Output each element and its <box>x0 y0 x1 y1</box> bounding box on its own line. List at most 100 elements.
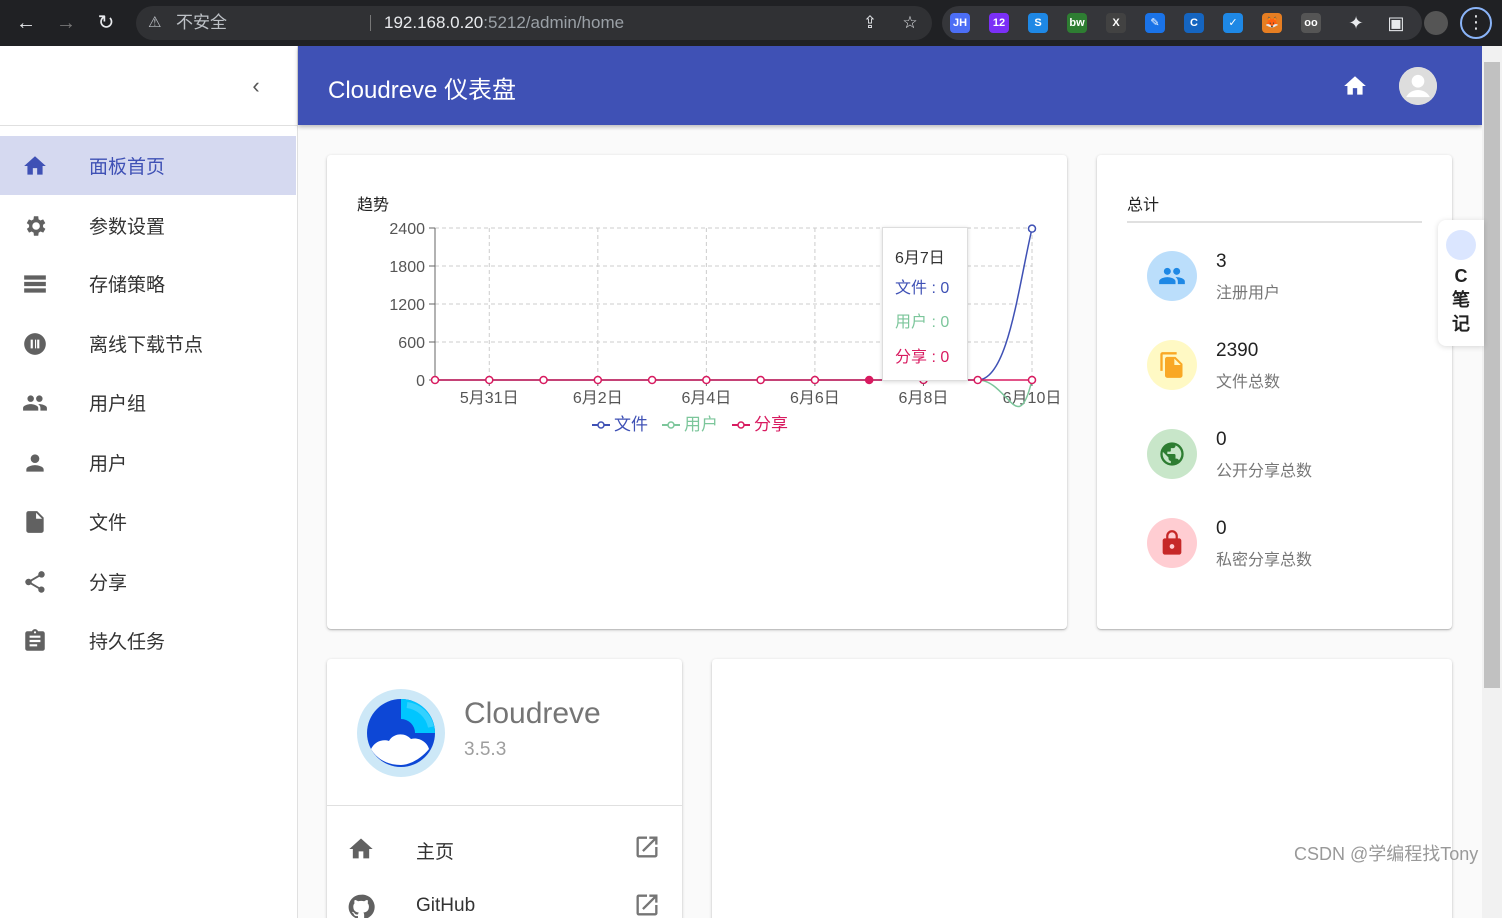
scrollbar-thumb[interactable] <box>1484 62 1500 688</box>
chevron-left-icon[interactable]: ‹ <box>242 72 270 100</box>
stat-value: 3 <box>1216 251 1227 272</box>
sidebar-item-1[interactable]: 面板首页 <box>0 136 296 195</box>
bw-extension-icon[interactable]: bw <box>1067 13 1087 33</box>
open-external-button[interactable] <box>633 833 661 861</box>
x-tick-label: 6月10日 <box>1003 390 1062 407</box>
sidebar-item-5[interactable]: 用户组 <box>0 373 296 432</box>
graduation-cap-extension-icon[interactable]: 12 <box>989 13 1009 33</box>
check-extension-icon[interactable]: ✓ <box>1223 13 1243 33</box>
tooltip-user: 用户 : 0 <box>895 314 950 331</box>
totals-divider <box>1127 221 1422 223</box>
about-link-label: 主页 <box>416 842 455 863</box>
s-extension-icon[interactable]: S <box>1028 13 1048 33</box>
about-link-2[interactable]: GitHub <box>327 877 681 918</box>
extensions-puzzle-icon[interactable]: ✦ <box>1344 11 1368 35</box>
sidebar-header: ‹ <box>0 46 297 126</box>
back-icon[interactable]: ← <box>14 11 38 35</box>
storage-icon-wrap <box>22 271 48 297</box>
page-scrollbar[interactable] <box>1482 46 1502 918</box>
browser-menu-icon[interactable]: ⋮ <box>1460 7 1492 39</box>
open-external-icon <box>636 894 658 916</box>
x-tick-label: 5月31日 <box>460 390 519 407</box>
users-icon <box>1159 267 1185 285</box>
security-label: 不安全 <box>176 13 227 32</box>
page-viewport: ‹ 面板首页 参数设置 存储策略离线下载节点 用户组用户文件分享持久任务 Cloudr… <box>0 46 1502 918</box>
sidebar-item-label: 离线下载节点 <box>89 335 204 356</box>
sidebar-item-7[interactable]: 文件 <box>0 492 296 551</box>
file-icon-wrap <box>22 509 48 535</box>
about-link-1[interactable]: 主页 <box>327 819 681 877</box>
group-icon-wrap <box>22 390 48 416</box>
gear-icon-wrap <box>22 213 48 239</box>
download-node-icon <box>24 333 46 355</box>
home-icon <box>349 838 373 859</box>
about-link-label: GitHub <box>416 895 476 916</box>
sidebar-item-label: 用户 <box>89 454 128 475</box>
sidebar-item-6[interactable]: 用户 <box>0 433 296 492</box>
data-point <box>810 375 820 385</box>
sidebar-item-4[interactable]: 离线下载节点 <box>0 314 296 373</box>
fox-extension-icon[interactable]: 🦊 <box>1262 13 1282 33</box>
y-tick-label: 1800 <box>389 259 425 276</box>
side-panel-icon[interactable]: ▣ <box>1384 11 1408 35</box>
url-host: 192.168.0.20 <box>384 13 484 32</box>
forward-icon[interactable]: → <box>54 11 78 35</box>
profile-avatar[interactable] <box>1424 11 1448 35</box>
group-icon <box>23 395 47 411</box>
sidebar: ‹ 面板首页 参数设置 存储策略离线下载节点 用户组用户文件分享持久任务 <box>0 46 298 918</box>
address-bar[interactable]: ⚠ 不安全 192.168.0.20:5212/admin/home ⇪ ☆ <box>136 6 932 40</box>
avatar[interactable] <box>1399 67 1437 105</box>
jh-extension-icon[interactable]: JH <box>950 13 970 33</box>
legend-marker <box>667 421 675 429</box>
github-icon-wrap <box>347 893 375 918</box>
stat-value: 0 <box>1216 429 1227 450</box>
pen-extension-icon[interactable]: ✎ <box>1145 13 1165 33</box>
sidebar-item-8[interactable]: 分享 <box>0 552 296 611</box>
c-extension-icon[interactable]: C <box>1184 13 1204 33</box>
sidebar-item-3[interactable]: 存储策略 <box>0 254 296 313</box>
y-tick-label: 0 <box>416 373 425 390</box>
warning-icon: ⚠ <box>148 14 162 31</box>
data-point <box>702 375 711 385</box>
data-point <box>485 375 494 385</box>
gear-icon <box>26 216 46 236</box>
tooltip-share: 分享 : 0 <box>895 349 950 366</box>
trend-card: 趋势 0 600 1200 1800 2400 5月31日 6月2日 6月4日 6月6日 6月8日… <box>327 155 1067 629</box>
stat-icon-circle <box>1147 429 1197 479</box>
x-tick-label: 6月6日 <box>790 390 840 407</box>
stat-item: 0 私密分享总数 <box>1147 518 1447 578</box>
sidebar-item-label: 用户组 <box>89 394 147 415</box>
browser-toolbar: ← → ↻ ⚠ 不安全 192.168.0.20:5212/admin/home… <box>0 0 1502 46</box>
data-point <box>539 375 548 385</box>
sidebar-item-2[interactable]: 参数设置 <box>0 196 296 255</box>
stat-item: 3 注册用户 <box>1147 251 1447 311</box>
task-icon <box>25 629 45 651</box>
cloudreve-logo-icon <box>367 699 435 767</box>
app-bar: Cloudreve 仪表盘 <box>298 46 1482 125</box>
y-tick-label: 600 <box>398 335 425 352</box>
legend-marker <box>737 421 745 429</box>
share-page-icon[interactable]: ⇪ <box>858 6 882 40</box>
reload-icon[interactable]: ↻ <box>94 11 118 35</box>
url-text: 192.168.0.20:5212/admin/home <box>384 6 624 40</box>
sidebar-item-label: 文件 <box>89 513 128 534</box>
home-icon[interactable] <box>1342 73 1368 99</box>
glasses-extension-icon[interactable]: oo <box>1301 13 1321 33</box>
x-tick-label: 6月8日 <box>899 390 949 407</box>
sidebar-item-9[interactable]: 持久任务 <box>0 611 296 670</box>
person-icon-wrap <box>22 450 48 476</box>
note-logo-icon <box>1446 230 1476 260</box>
stat-value: 2390 <box>1216 340 1259 361</box>
lock-icon <box>1162 530 1182 555</box>
data-point <box>1027 375 1037 385</box>
legend-label: 用户 <box>684 415 718 434</box>
data-point <box>593 375 603 385</box>
x-extension-icon[interactable]: X <box>1106 13 1126 33</box>
note-widget[interactable]: C笔记 <box>1438 220 1484 346</box>
tooltip-file: 文件 : 0 <box>895 280 950 297</box>
open-external-icon <box>636 836 658 858</box>
person-icon <box>26 454 44 472</box>
open-external-button[interactable] <box>633 891 661 918</box>
sidebar-item-label: 持久任务 <box>89 632 166 653</box>
bookmark-star-icon[interactable]: ☆ <box>898 6 922 40</box>
